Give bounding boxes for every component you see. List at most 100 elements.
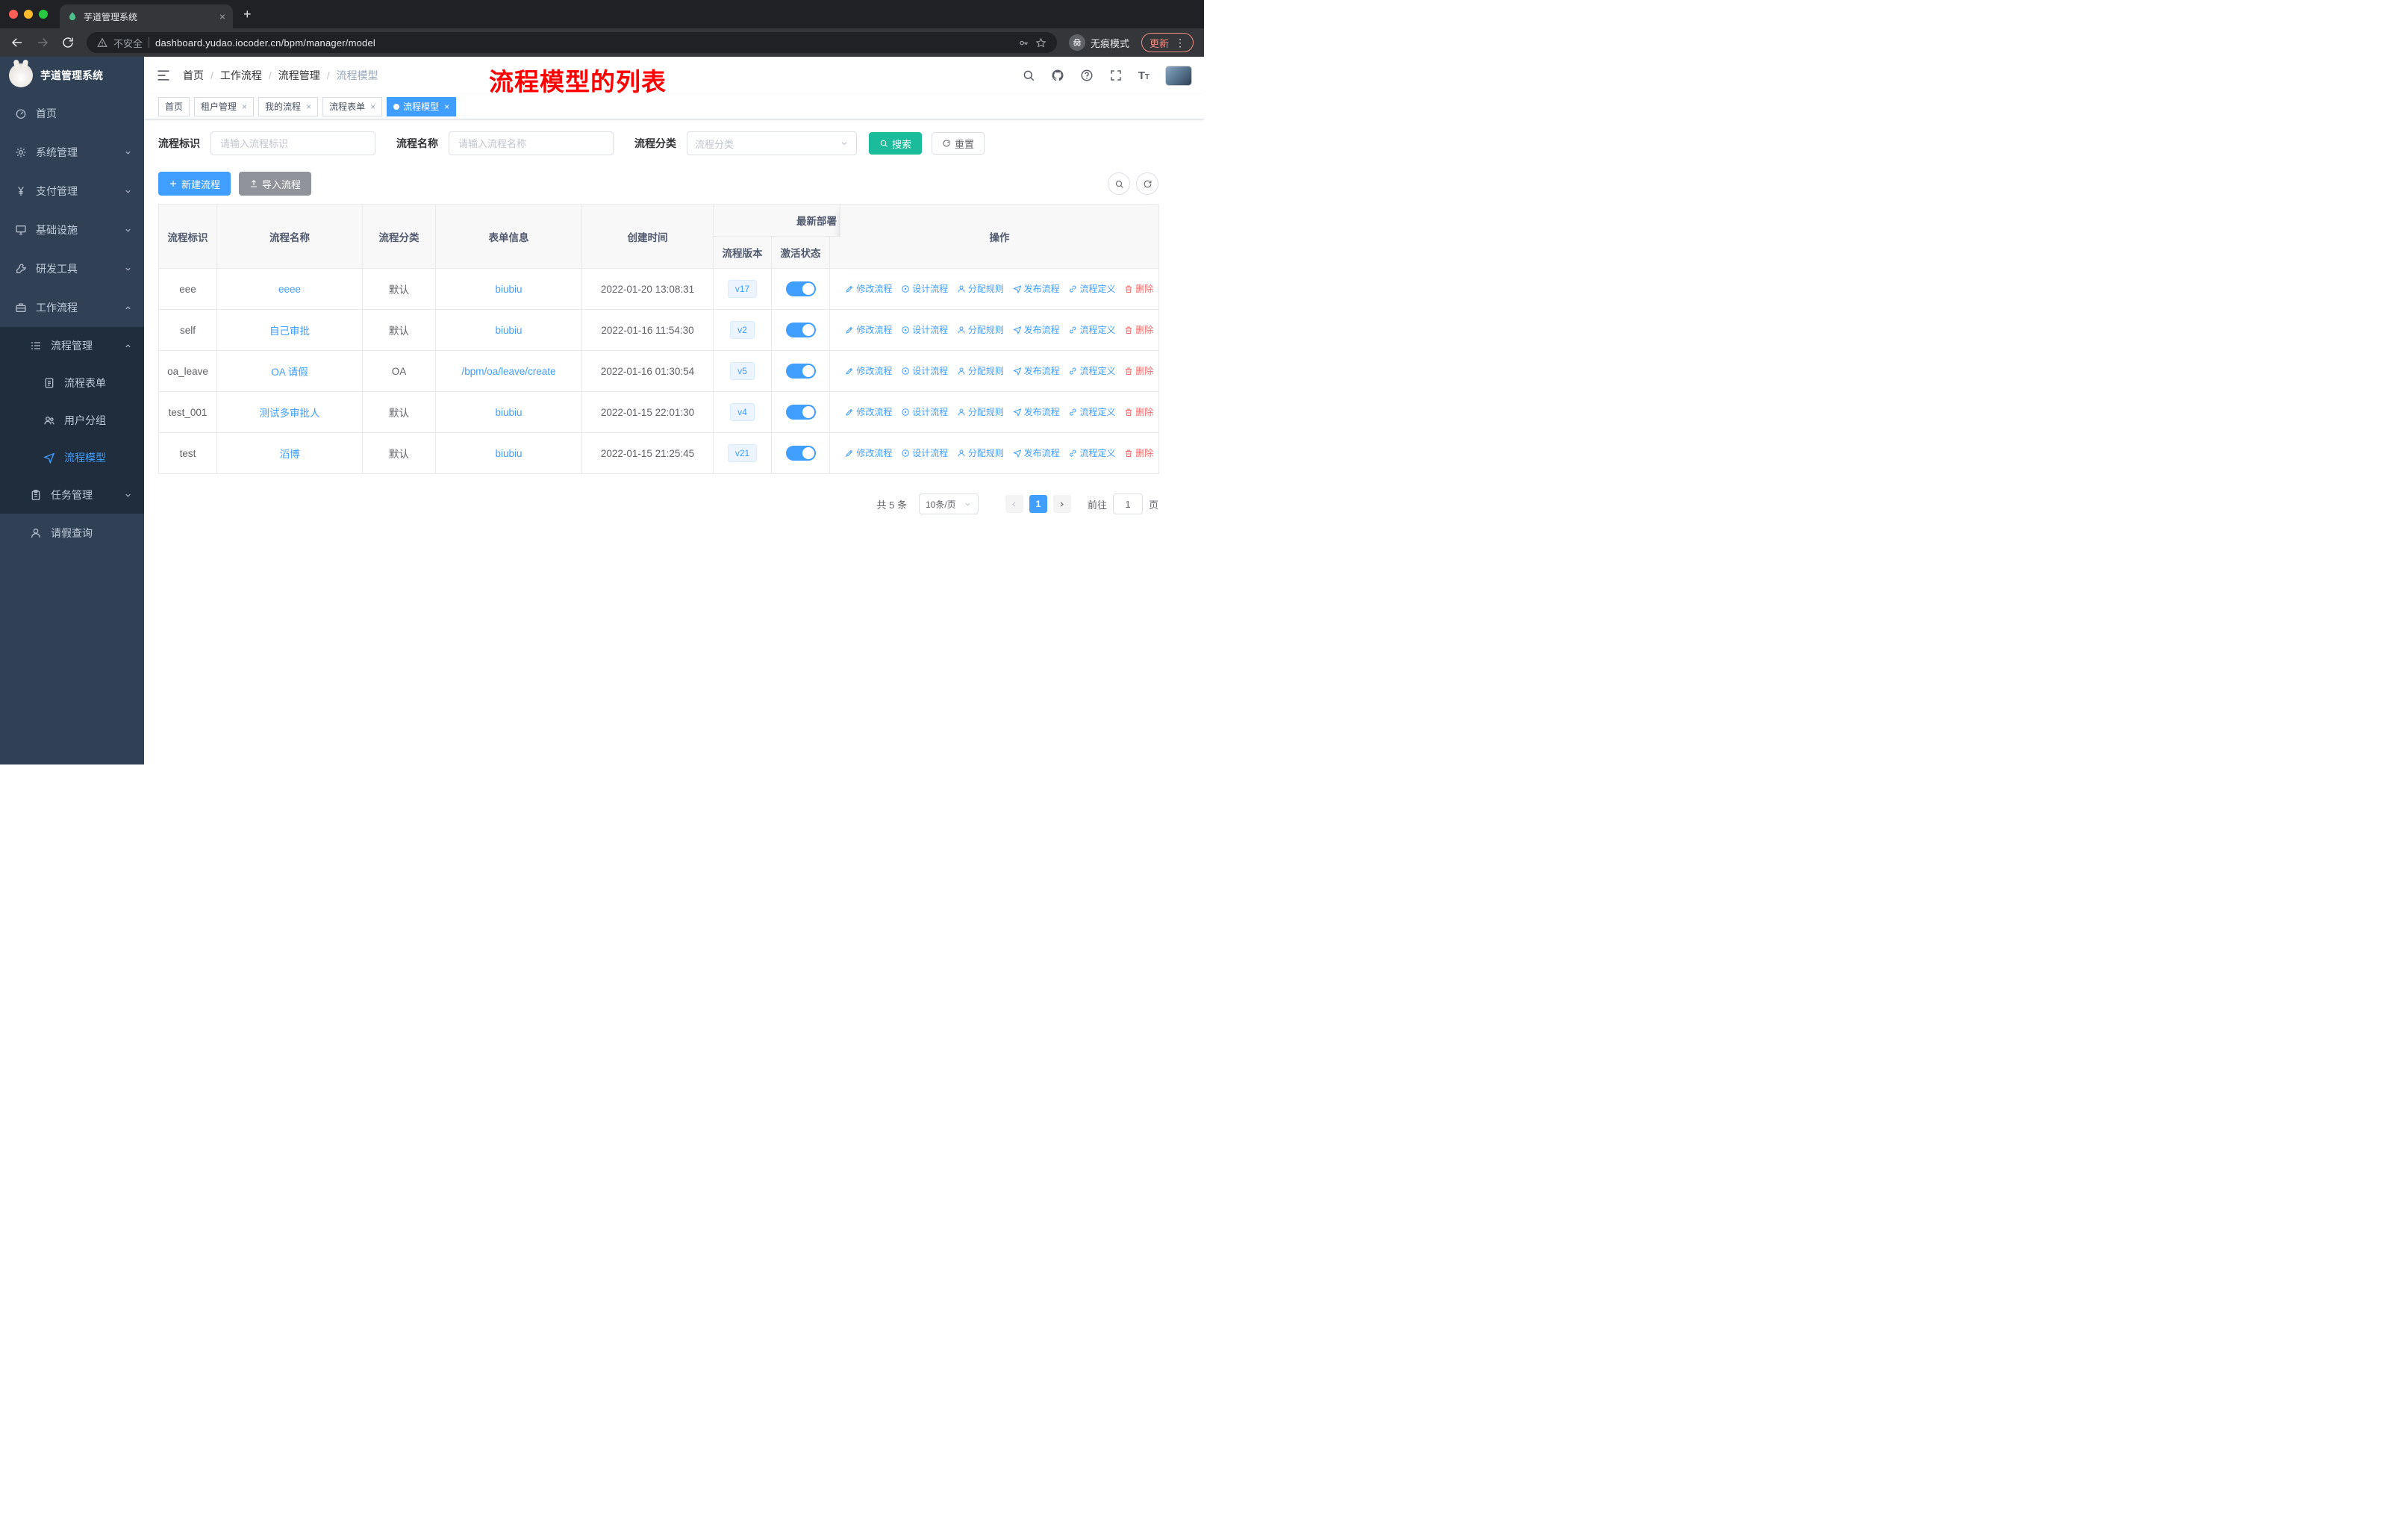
design-process-link[interactable]: 设计流程 bbox=[901, 364, 948, 377]
font-size-icon[interactable]: TT bbox=[1138, 70, 1150, 81]
assign-rule-link[interactable]: 分配规则 bbox=[957, 405, 1004, 418]
assign-rule-link[interactable]: 分配规则 bbox=[957, 446, 1004, 459]
process-name-link[interactable]: OA 请假 bbox=[271, 367, 308, 378]
sidebar-toggle-icon[interactable] bbox=[156, 68, 171, 83]
sidebar-item-system[interactable]: 系统管理 bbox=[0, 133, 144, 172]
sidebar-item-task-management[interactable]: 任务管理 bbox=[0, 476, 144, 514]
bookmark-star-icon[interactable] bbox=[1035, 37, 1047, 49]
process-name-link[interactable]: 测试多审批人 bbox=[260, 408, 320, 419]
tab-close-icon[interactable]: × bbox=[219, 10, 225, 22]
sidebar-item-infrastructure[interactable]: 基础设施 bbox=[0, 211, 144, 249]
goto-page-input[interactable] bbox=[1112, 493, 1143, 514]
design-process-link[interactable]: 设计流程 bbox=[901, 282, 948, 295]
delete-process-link[interactable]: 删除 bbox=[1124, 446, 1153, 459]
tag-home[interactable]: 首页 bbox=[158, 96, 190, 116]
window-minimize-button[interactable] bbox=[24, 10, 33, 19]
password-key-icon[interactable] bbox=[1018, 37, 1029, 49]
reset-button[interactable]: 重置 bbox=[932, 132, 985, 155]
process-category-select[interactable]: 流程分类 bbox=[687, 131, 857, 155]
sidebar-item-process-management[interactable]: 流程管理 bbox=[0, 327, 144, 364]
process-definition-link[interactable]: 流程定义 bbox=[1068, 446, 1115, 459]
form-info-link[interactable]: biubiu bbox=[495, 407, 522, 418]
browser-update-chip[interactable]: 更新 ⋮ bbox=[1141, 33, 1194, 52]
create-process-button[interactable]: 新建流程 bbox=[158, 172, 231, 196]
prev-page-button[interactable] bbox=[1005, 495, 1023, 513]
active-status-toggle[interactable] bbox=[785, 281, 816, 296]
form-info-link[interactable]: /bpm/oa/leave/create bbox=[461, 366, 555, 377]
edit-process-link[interactable]: 修改流程 bbox=[845, 405, 892, 418]
toggle-search-button[interactable] bbox=[1108, 172, 1130, 195]
fullscreen-icon[interactable] bbox=[1109, 69, 1123, 82]
tag-close-icon[interactable]: × bbox=[370, 102, 375, 112]
refresh-table-button[interactable] bbox=[1136, 172, 1158, 195]
publish-process-link[interactable]: 发布流程 bbox=[1013, 446, 1060, 459]
search-icon[interactable] bbox=[1022, 69, 1035, 82]
publish-process-link[interactable]: 发布流程 bbox=[1013, 323, 1060, 336]
process-definition-link[interactable]: 流程定义 bbox=[1068, 405, 1115, 418]
delete-process-link[interactable]: 删除 bbox=[1124, 364, 1153, 377]
publish-process-link[interactable]: 发布流程 bbox=[1013, 405, 1060, 418]
sidebar-item-payment[interactable]: 支付管理 bbox=[0, 172, 144, 211]
process-definition-link[interactable]: 流程定义 bbox=[1068, 282, 1115, 295]
assign-rule-link[interactable]: 分配规则 bbox=[957, 282, 1004, 295]
design-process-link[interactable]: 设计流程 bbox=[901, 323, 948, 336]
tag-close-icon[interactable]: × bbox=[306, 102, 311, 112]
import-process-button[interactable]: 导入流程 bbox=[239, 172, 312, 196]
new-tab-button[interactable]: + bbox=[243, 0, 252, 28]
edit-process-link[interactable]: 修改流程 bbox=[845, 446, 892, 459]
back-icon[interactable] bbox=[10, 36, 24, 49]
active-status-toggle[interactable] bbox=[785, 405, 816, 420]
breadcrumb-home[interactable]: 首页 bbox=[183, 68, 220, 83]
sidebar-item-home[interactable]: 首页 bbox=[0, 94, 144, 133]
delete-process-link[interactable]: 删除 bbox=[1124, 323, 1153, 336]
active-status-toggle[interactable] bbox=[785, 323, 816, 337]
design-process-link[interactable]: 设计流程 bbox=[901, 446, 948, 459]
delete-process-link[interactable]: 删除 bbox=[1124, 282, 1153, 295]
page-size-select[interactable]: 10条/页 bbox=[918, 493, 979, 514]
publish-process-link[interactable]: 发布流程 bbox=[1013, 282, 1060, 295]
address-bar[interactable]: 不安全 dashboard.yudao.iocoder.cn/bpm/manag… bbox=[87, 32, 1057, 53]
next-page-button[interactable] bbox=[1052, 495, 1071, 513]
github-icon[interactable] bbox=[1051, 69, 1064, 82]
browser-menu-icon[interactable]: ⋮ bbox=[1175, 37, 1185, 49]
sidebar-item-user-group[interactable]: 用户分组 bbox=[0, 402, 144, 439]
sidebar-item-leave-query[interactable]: 请假查询 bbox=[0, 514, 144, 552]
tag-my-process[interactable]: 我的流程 × bbox=[258, 96, 319, 116]
sidebar-item-workflow[interactable]: 工作流程 bbox=[0, 288, 144, 327]
assign-rule-link[interactable]: 分配规则 bbox=[957, 323, 1004, 336]
edit-process-link[interactable]: 修改流程 bbox=[845, 282, 892, 295]
forward-icon[interactable] bbox=[36, 36, 49, 49]
form-info-link[interactable]: biubiu bbox=[495, 325, 522, 336]
edit-process-link[interactable]: 修改流程 bbox=[845, 364, 892, 377]
process-definition-link[interactable]: 流程定义 bbox=[1068, 364, 1115, 377]
tag-close-icon[interactable]: × bbox=[444, 102, 449, 112]
process-name-link[interactable]: 自己审批 bbox=[269, 326, 310, 337]
process-name-link[interactable]: 滔博 bbox=[280, 449, 300, 460]
form-info-link[interactable]: biubiu bbox=[495, 284, 522, 295]
process-name-input[interactable] bbox=[449, 131, 614, 155]
app-logo-row[interactable]: 芋道管理系统 bbox=[0, 57, 144, 94]
search-button[interactable]: 搜索 bbox=[869, 132, 923, 155]
browser-tab[interactable]: 芋道管理系统 × bbox=[60, 4, 233, 28]
active-status-toggle[interactable] bbox=[785, 364, 816, 379]
user-avatar[interactable] bbox=[1165, 65, 1192, 86]
process-definition-link[interactable]: 流程定义 bbox=[1068, 323, 1115, 336]
form-info-link[interactable]: biubiu bbox=[495, 448, 522, 459]
publish-process-link[interactable]: 发布流程 bbox=[1013, 364, 1060, 377]
breadcrumb-workflow[interactable]: 工作流程 bbox=[220, 68, 278, 83]
sidebar-item-process-model[interactable]: 流程模型 bbox=[0, 439, 144, 476]
tag-process-form[interactable]: 流程表单 × bbox=[322, 96, 383, 116]
sidebar-item-process-form[interactable]: 流程表单 bbox=[0, 364, 144, 402]
breadcrumb-process-management[interactable]: 流程管理 bbox=[278, 68, 337, 83]
tag-close-icon[interactable]: × bbox=[242, 102, 247, 112]
tag-tenant-management[interactable]: 租户管理 × bbox=[194, 96, 255, 116]
active-status-toggle[interactable] bbox=[785, 446, 816, 461]
process-id-input[interactable] bbox=[210, 131, 375, 155]
edit-process-link[interactable]: 修改流程 bbox=[845, 323, 892, 336]
window-zoom-button[interactable] bbox=[39, 10, 48, 19]
help-icon[interactable] bbox=[1080, 69, 1094, 82]
process-name-link[interactable]: eeee bbox=[278, 284, 301, 295]
page-1-button[interactable]: 1 bbox=[1029, 495, 1047, 513]
sidebar-item-devtools[interactable]: 研发工具 bbox=[0, 249, 144, 288]
tag-process-model[interactable]: 流程模型 × bbox=[387, 96, 457, 116]
